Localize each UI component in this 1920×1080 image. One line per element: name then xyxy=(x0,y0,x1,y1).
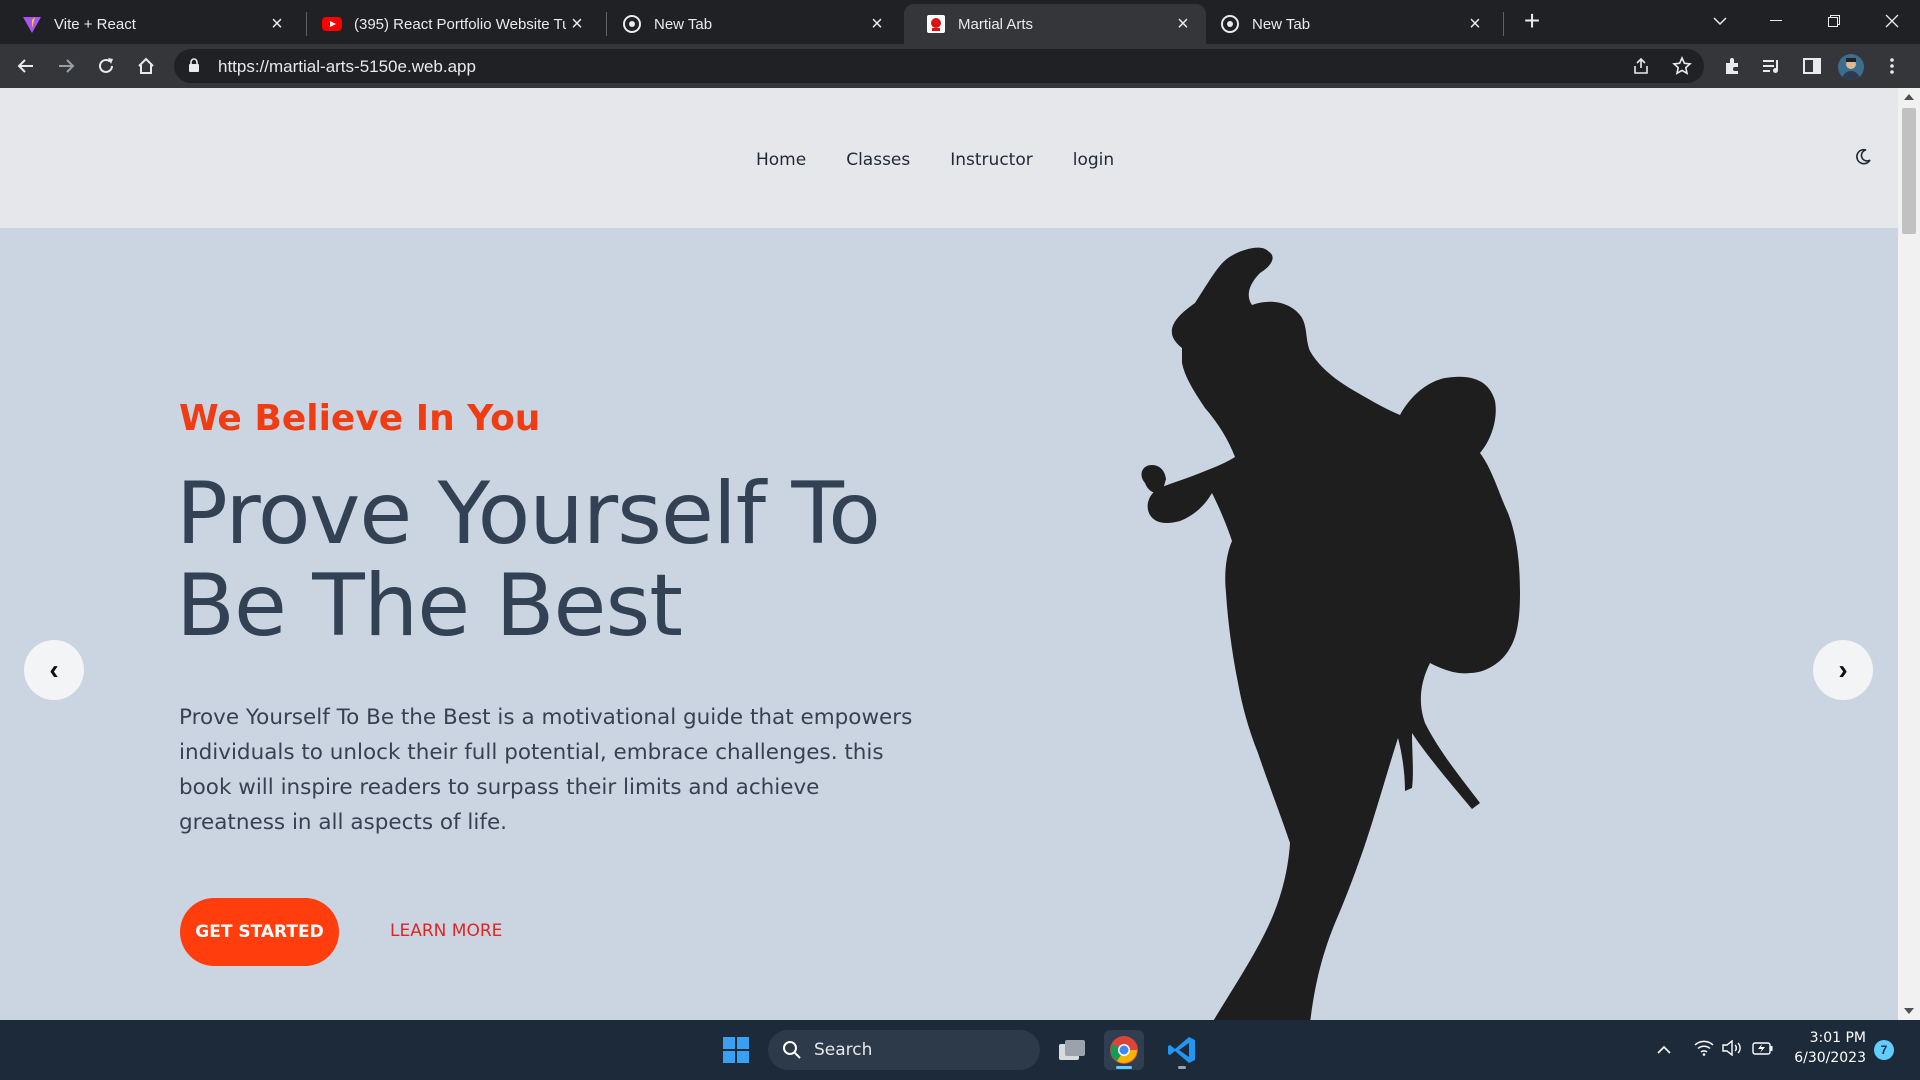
restore-icon[interactable] xyxy=(1814,6,1854,36)
open-app-indicator xyxy=(1178,1066,1186,1069)
media-control-icon[interactable] xyxy=(1756,50,1788,82)
carousel-next-button[interactable]: › xyxy=(1813,640,1873,700)
lock-icon[interactable] xyxy=(188,58,200,78)
scroll-down-arrow-icon[interactable] xyxy=(1904,1008,1914,1014)
show-hidden-icons-chevron-icon[interactable] xyxy=(1657,1042,1671,1060)
search-label: Search xyxy=(814,1040,873,1060)
side-panel-icon[interactable] xyxy=(1796,50,1828,82)
notification-badge[interactable]: 7 xyxy=(1874,1040,1894,1060)
tab-new-tab-2[interactable]: New Tab × xyxy=(1198,4,1498,44)
get-started-button[interactable]: GET STARTED xyxy=(180,898,339,966)
hero-title-line2: Be The Best xyxy=(176,556,683,656)
dark-mode-toggle-icon[interactable] xyxy=(1854,148,1872,171)
battery-charging-icon[interactable] xyxy=(1752,1040,1774,1061)
close-tab-icon[interactable]: × xyxy=(866,13,888,35)
share-icon[interactable] xyxy=(1632,57,1650,80)
site-navbar: Home Classes Instructor login xyxy=(0,88,1898,228)
tab-vite-react[interactable]: Vite + React × xyxy=(0,4,300,44)
minimize-icon[interactable] xyxy=(1756,6,1796,36)
tab-martial-arts[interactable]: Martial Arts × xyxy=(904,4,1206,44)
new-tab-button[interactable]: + xyxy=(1518,7,1546,36)
clock-time: 3:01 PM xyxy=(1809,1030,1866,1046)
youtube-icon xyxy=(322,14,342,34)
system-clock[interactable]: 3:01 PM 6/30/2023 xyxy=(1778,1028,1866,1068)
task-view-icon[interactable] xyxy=(1052,1030,1092,1070)
martial-artist-silhouette xyxy=(1141,247,1520,1020)
page-viewport: Home Classes Instructor login We Believe… xyxy=(0,88,1898,1020)
learn-more-link[interactable]: LEARN MORE xyxy=(390,921,502,941)
reload-icon[interactable] xyxy=(90,50,122,82)
chrome-taskbar-icon[interactable] xyxy=(1104,1030,1144,1070)
active-app-indicator xyxy=(1116,1066,1132,1069)
browser-tab-strip: Vite + React × (395) React Portfolio Web… xyxy=(0,0,1920,44)
windows-taskbar: Search 3:01 PM 6/30/2023 7 xyxy=(0,1020,1920,1080)
hero-title: Prove Yourself To Be The Best xyxy=(176,464,881,656)
close-tab-icon[interactable]: × xyxy=(1172,13,1194,35)
back-icon[interactable] xyxy=(10,50,42,82)
close-tab-icon[interactable]: × xyxy=(566,13,588,35)
page-scrollbar[interactable] xyxy=(1898,88,1920,1020)
nav-login[interactable]: login xyxy=(1073,150,1114,170)
taskbar-search[interactable]: Search xyxy=(768,1030,1040,1070)
chevron-left-icon: ‹ xyxy=(49,654,59,685)
home-icon[interactable] xyxy=(130,50,162,82)
tab-youtube[interactable]: (395) React Portfolio Website Tut × xyxy=(300,4,600,44)
carousel-prev-button[interactable]: ‹ xyxy=(24,640,84,700)
address-bar[interactable]: https://martial-arts-5150e.web.app xyxy=(174,49,1704,83)
wifi-icon[interactable] xyxy=(1694,1040,1714,1061)
close-tab-icon[interactable]: × xyxy=(1464,13,1486,35)
forward-icon[interactable] xyxy=(50,50,82,82)
profile-avatar[interactable] xyxy=(1838,54,1864,80)
nav-instructor[interactable]: Instructor xyxy=(950,150,1032,170)
scrollbar-thumb[interactable] xyxy=(1902,108,1916,234)
site-favicon xyxy=(926,14,946,34)
close-tab-icon[interactable]: × xyxy=(266,13,288,35)
chevron-right-icon: › xyxy=(1838,654,1848,685)
search-icon xyxy=(782,1040,802,1065)
chrome-menu-icon[interactable] xyxy=(1876,50,1908,82)
tab-new-tab[interactable]: New Tab × xyxy=(600,4,900,44)
hero-subtitle: We Believe In You xyxy=(179,398,541,439)
url-text: https://martial-arts-5150e.web.app xyxy=(218,57,476,76)
clock-date: 6/30/2023 xyxy=(1794,1050,1866,1066)
chrome-icon xyxy=(622,14,642,34)
close-window-icon[interactable] xyxy=(1872,6,1912,36)
bookmark-star-icon[interactable] xyxy=(1672,56,1692,81)
tab-search-icon[interactable] xyxy=(1700,6,1740,36)
windows-start-icon[interactable] xyxy=(716,1030,756,1070)
volume-icon[interactable] xyxy=(1722,1039,1744,1061)
vite-icon xyxy=(22,14,42,34)
scroll-up-arrow-icon[interactable] xyxy=(1904,94,1914,100)
extensions-icon[interactable] xyxy=(1716,50,1748,82)
nav-classes[interactable]: Classes xyxy=(846,150,910,170)
hero-title-line1: Prove Yourself To xyxy=(176,464,881,564)
browser-toolbar: https://martial-arts-5150e.web.app xyxy=(0,44,1920,88)
vscode-icon[interactable] xyxy=(1162,1030,1202,1070)
chrome-icon xyxy=(1220,14,1240,34)
hero-description: Prove Yourself To Be the Best is a motiv… xyxy=(179,705,913,835)
nav-home[interactable]: Home xyxy=(756,150,806,170)
nav-links: Home Classes Instructor login xyxy=(756,150,1154,170)
